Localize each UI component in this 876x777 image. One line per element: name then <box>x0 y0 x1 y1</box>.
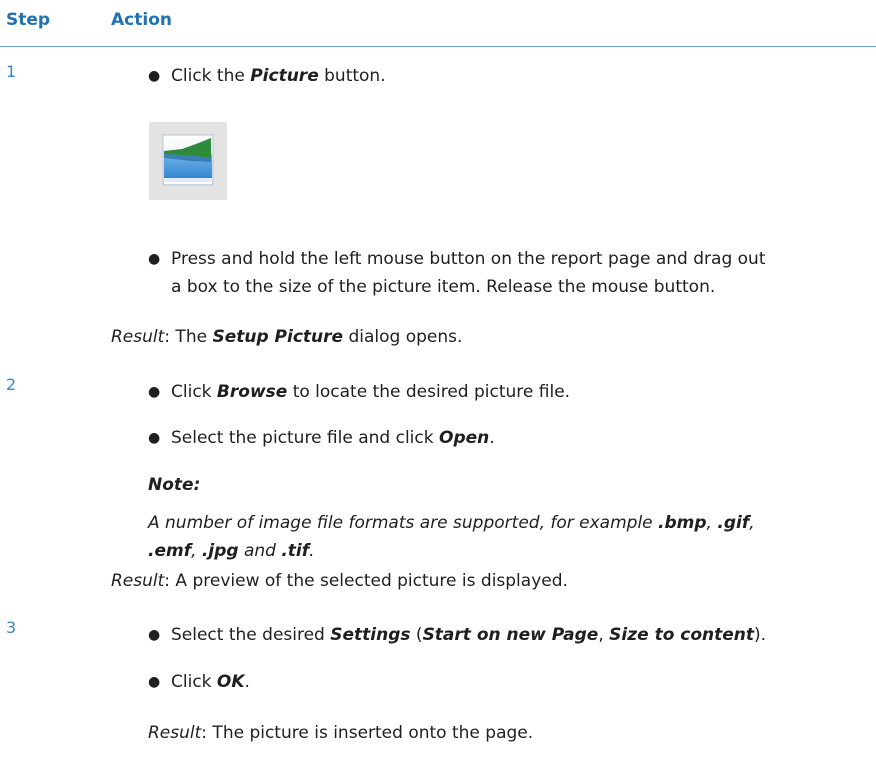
bullet-dot: ● <box>148 251 161 267</box>
picture-button-icon <box>149 122 227 200</box>
step3-result: Result: The picture is inserted onto the… <box>148 723 534 743</box>
step-number-1: 1 <box>6 62 17 81</box>
note-body: A number of image file formats are suppo… <box>148 513 755 561</box>
bullet-dot: ● <box>148 674 161 690</box>
bullet-dot: ● <box>148 627 161 643</box>
step-number-2: 2 <box>6 375 17 394</box>
header-divider <box>0 46 876 47</box>
note-title: Note: <box>148 475 201 495</box>
bullet-dot: ● <box>148 68 161 84</box>
bullet-dot: ● <box>148 384 161 400</box>
bullet-dot: ● <box>148 430 161 446</box>
column-header-action: Action <box>111 10 172 30</box>
step2-result: Result: A preview of the selected pictur… <box>111 571 568 591</box>
step-number-3: 3 <box>6 618 17 637</box>
landscape-picture-icon <box>162 134 214 186</box>
step1-result: Result: The Setup Picture dialog opens. <box>111 327 463 347</box>
column-header-step: Step <box>6 10 51 30</box>
